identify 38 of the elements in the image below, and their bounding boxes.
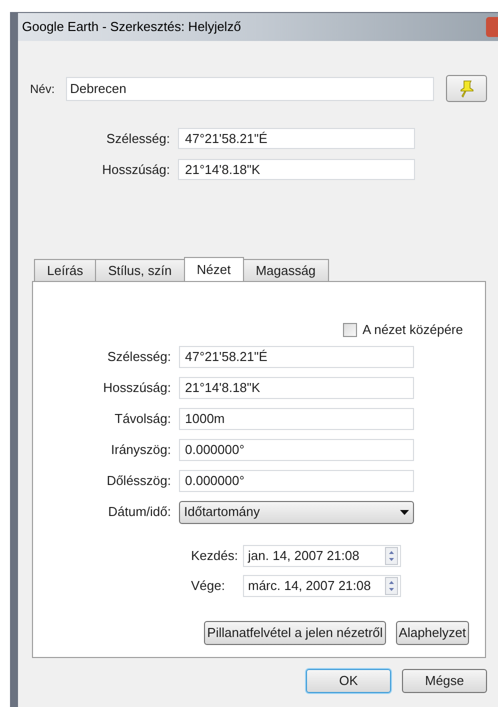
date-spin-field[interactable]: jan. 14, 2007 21:08 — [243, 544, 401, 566]
dropdown[interactable]: Időtartomány — [179, 500, 414, 524]
spinner-arrows-icon — [385, 546, 398, 564]
checkbox[interactable] — [342, 322, 357, 337]
coordinate-label: Szélesség: — [105, 130, 170, 148]
field-label: Dőlésszög: — [106, 472, 171, 490]
checkbox-label: A nézet középére — [362, 321, 463, 339]
window-title: Google Earth - Szerkesztés: Helyjelző — [22, 18, 241, 36]
panel-button[interactable]: Pillanatfelvétel a jelen nézetről — [204, 620, 386, 644]
name-field[interactable]: Debrecen — [66, 76, 434, 100]
text-field[interactable]: 21°14'8.18"K — [179, 376, 414, 398]
tab[interactable]: Leírás — [34, 259, 96, 282]
name-label: Név: — [30, 80, 56, 98]
dropdown-arrow-icon — [400, 510, 409, 514]
dialog-button[interactable]: Mégse — [402, 669, 487, 693]
coordinate-field[interactable]: 47°21'58.21"É — [178, 128, 415, 149]
pushpin-icon — [460, 80, 474, 98]
tab[interactable]: Nézet — [184, 257, 244, 282]
coordinate-field[interactable]: 21°14'8.18"K — [178, 159, 415, 180]
field-label: Dátum/idő: — [107, 503, 171, 522]
panel-button[interactable]: Alaphelyzet — [396, 620, 469, 644]
coordinate-label: Hosszúság: — [101, 160, 170, 179]
tab[interactable]: Stílus, szín — [95, 259, 185, 282]
tab[interactable]: Magasság — [242, 259, 329, 282]
field-label: Hosszúság: — [102, 378, 171, 397]
text-field[interactable]: 47°21'58.21"É — [179, 346, 414, 368]
field-label: Távolság: — [114, 410, 171, 428]
text-field[interactable]: 1000m — [179, 408, 414, 430]
text-field[interactable]: 0.000000° — [179, 438, 414, 460]
field-label: Szélesség: — [106, 348, 171, 366]
text-field[interactable]: 0.000000° — [179, 470, 414, 492]
spinner-arrows-icon — [385, 576, 398, 594]
date-label: Vége: — [191, 576, 226, 595]
pin-button[interactable] — [446, 75, 487, 102]
date-spin-field[interactable]: márc. 14, 2007 21:08 — [243, 574, 401, 596]
field-label: Irányszög: — [110, 440, 171, 459]
dialog-button[interactable]: OK — [306, 669, 391, 693]
date-label: Kezdés: — [191, 546, 239, 565]
